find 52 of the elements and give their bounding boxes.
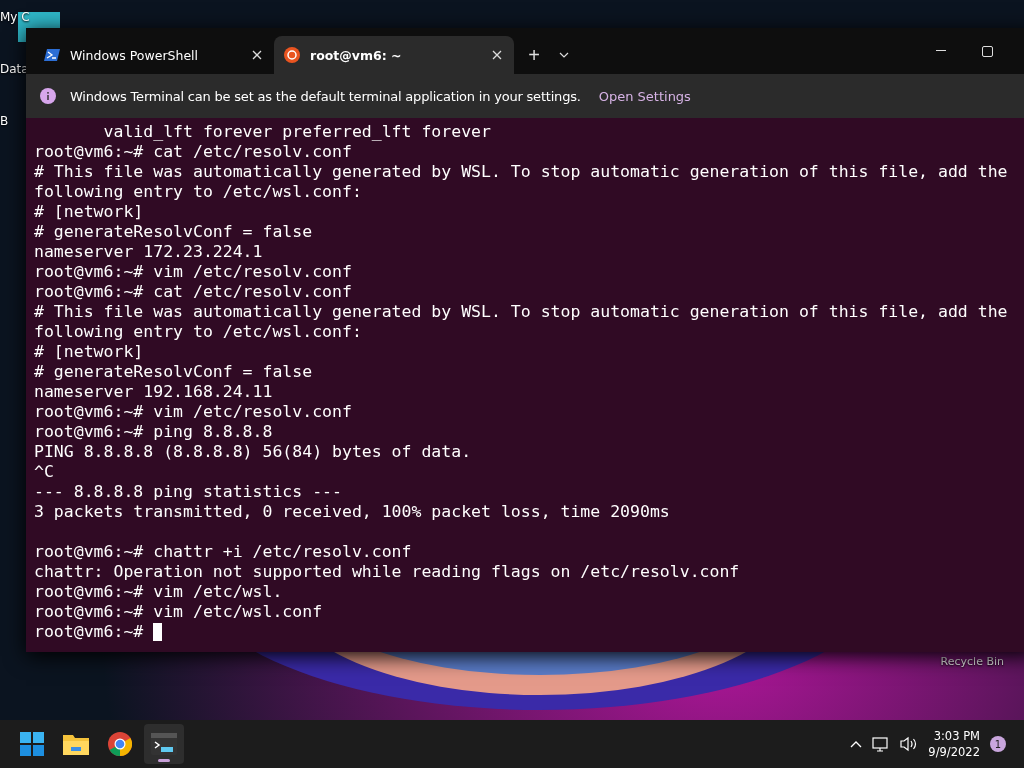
terminal-line: --- 8.8.8.8 ping statistics --- (34, 482, 342, 502)
terminal-line: root@vm6:~# vim /etc/wsl.conf (34, 602, 323, 622)
terminal-line: # generateResolvConf = false (34, 362, 313, 382)
terminal-line: nameserver 172.23.224.1 (34, 242, 263, 262)
terminal-line: root@vm6:~# cat /etc/resolv.conf (34, 282, 352, 302)
ubuntu-icon (284, 47, 300, 63)
terminal-line: root@vm6:~# vim /etc/resolv.conf (34, 262, 352, 282)
info-icon (40, 88, 56, 104)
powershell-icon (44, 48, 60, 62)
desktop-icon-label[interactable]: Recycle Bin (940, 655, 1004, 668)
terminal-line: valid_lft forever preferred_lft forever (102, 122, 491, 142)
terminal-line: root@vm6:~# cat /etc/resolv.conf (34, 142, 352, 162)
desktop-icon-label[interactable]: B (0, 114, 9, 128)
tab[interactable]: Windows PowerShell (34, 36, 274, 74)
maximize-icon[interactable] (981, 45, 993, 57)
terminal-line: root@vm6:~# vim /etc/wsl. (34, 582, 283, 602)
terminal-line: following entry to /etc/wsl.conf: (34, 322, 362, 342)
terminal-line: root@vm6:~# (34, 622, 145, 642)
terminal-line: ^C (34, 462, 54, 482)
terminal-line: chattr: Operation not supported while reading flags on /etc/resolv.conf (34, 562, 740, 582)
open-settings-link[interactable]: Open Settings (598, 88, 691, 104)
chrome-icon (108, 732, 132, 756)
clock-date[interactable]: 9/9/2022 (928, 744, 980, 760)
tab[interactable]: root@vm6: ~ (274, 36, 514, 74)
folder-icon (63, 733, 89, 755)
terminal-line: # [network] (34, 202, 144, 222)
terminal-line: # This file was automatically generated by WSL. To stop automatic generation of this file, add the (34, 302, 1008, 322)
new-tab-button[interactable]: + (514, 36, 554, 74)
desktop-icon-label[interactable]: My C (0, 10, 30, 24)
close-icon[interactable] (250, 48, 264, 62)
terminal-icon (151, 733, 177, 755)
minimize-icon[interactable] (936, 50, 946, 52)
terminal-line: PING 8.8.8.8 (8.8.8.8) 56(84) bytes of data. (34, 442, 472, 462)
terminal-line: root@vm6:~# ping 8.8.8.8 (34, 422, 273, 442)
windows-icon (20, 732, 44, 756)
notification-badge[interactable]: 1 (990, 736, 1006, 752)
terminal-line: nameserver 192.168.24.11 (34, 382, 273, 402)
banner-message: Windows Terminal can be set as the default terminal application in your settings. (70, 88, 581, 104)
terminal-line: root@vm6:~# chattr +i /etc/resolv.conf (34, 542, 412, 562)
close-icon[interactable] (490, 48, 504, 62)
volume-icon[interactable] (900, 736, 919, 752)
taskbar-app[interactable] (144, 724, 184, 764)
terminal-line: # This file was automatically generated by WSL. To stop automatic generation of this file, add the (34, 162, 1008, 182)
terminal-line: 3 packets transmitted, 0 received, 100% packet loss, time 2090ms (34, 502, 670, 522)
terminal-line: following entry to /etc/wsl.conf: (34, 182, 362, 202)
chevron-up-icon[interactable] (850, 740, 863, 748)
terminal-line: root@vm6:~# vim /etc/resolv.conf (34, 402, 352, 422)
clock-time[interactable]: 3:03 PM (933, 728, 980, 744)
terminal-line: # [network] (34, 342, 144, 362)
chevron-down-icon[interactable] (559, 52, 569, 58)
network-icon[interactable] (872, 736, 891, 752)
terminal-line: # generateResolvConf = false (34, 222, 313, 242)
